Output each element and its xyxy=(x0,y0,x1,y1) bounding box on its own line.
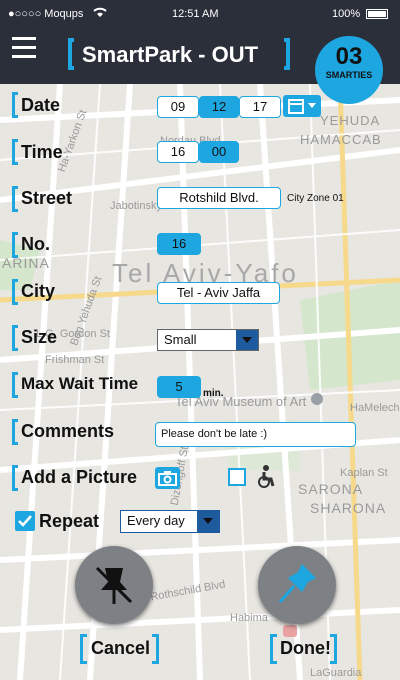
number-input[interactable]: 16 xyxy=(157,233,201,255)
map-label: HAMACCAB xyxy=(300,132,382,147)
row-bracket xyxy=(12,372,18,398)
city-label: City xyxy=(21,281,56,301)
max-wait-label: Max Wait Time xyxy=(21,374,139,393)
date-year-field[interactable]: 17 xyxy=(239,96,281,118)
smarties-badge[interactable]: 03 SMARTIES xyxy=(315,36,383,104)
done-bracket-left xyxy=(270,634,277,664)
map-label: SHARONA xyxy=(310,500,387,516)
map-label: ARINA xyxy=(2,255,50,271)
repeat-checkbox[interactable] xyxy=(15,511,35,531)
street-input[interactable]: Rotshild Blvd. xyxy=(157,187,281,209)
map-label: SARONA xyxy=(298,481,364,497)
map-label: Kaplan St xyxy=(340,467,388,479)
cancel-bracket-right xyxy=(152,634,159,664)
row-bracket xyxy=(12,92,18,118)
chevron-down-icon xyxy=(197,511,219,532)
status-bar: ●○○○○ Moqups 12:51 AM 100% xyxy=(0,0,400,28)
pushpin-icon xyxy=(278,564,316,603)
date-label: Date xyxy=(21,95,61,115)
date-day-field[interactable]: 09 xyxy=(157,96,199,118)
done-bracket-right xyxy=(330,634,337,664)
cancel-bracket-left xyxy=(80,634,87,664)
calendar-icon xyxy=(288,99,316,114)
street-label: Street xyxy=(21,188,73,208)
smarties-label: SMARTIES xyxy=(325,70,373,80)
time-hour-field[interactable]: 16 xyxy=(157,141,199,163)
map-label: YEHUDA xyxy=(320,113,381,128)
comments-input[interactable]: Please don't be late :) xyxy=(155,422,356,447)
add-picture-label: Add a Picture xyxy=(21,467,138,487)
done-pin-button[interactable] xyxy=(258,546,336,624)
camera-icon xyxy=(158,471,177,486)
wifi-icon xyxy=(92,6,108,21)
row-bracket xyxy=(12,279,18,305)
unpin-icon xyxy=(95,566,133,604)
title-bracket-right xyxy=(284,38,290,70)
battery-icon xyxy=(366,9,388,19)
title-bracket-left xyxy=(68,38,74,70)
row-bracket xyxy=(12,232,18,258)
date-month-field[interactable]: 12 xyxy=(199,96,239,118)
row-bracket xyxy=(12,325,18,351)
size-label: Size xyxy=(21,327,58,347)
size-select[interactable]: Small xyxy=(157,329,259,351)
repeat-select-value: Every day xyxy=(127,513,185,528)
smarties-count: 03 xyxy=(335,43,363,70)
max-wait-input[interactable]: 5 xyxy=(157,376,201,398)
time-label: Time xyxy=(21,142,63,162)
map-label: Frishman St xyxy=(45,354,105,366)
max-wait-unit: min. xyxy=(203,388,224,399)
clock: 12:51 AM xyxy=(172,8,219,20)
row-bracket xyxy=(12,139,18,165)
calendar-button[interactable] xyxy=(283,95,321,117)
map-label: HaMelech xyxy=(350,402,400,414)
done-button[interactable]: Done! xyxy=(280,638,331,659)
checkmark-icon xyxy=(18,515,32,527)
accessible-checkbox[interactable] xyxy=(228,468,246,486)
chevron-down-icon xyxy=(236,330,258,350)
number-label: No. xyxy=(21,234,50,254)
map-label: LaGuardia xyxy=(310,667,362,679)
cancel-pin-button[interactable] xyxy=(75,546,153,624)
header-bar: SmartPark - OUT 03 SMARTIES xyxy=(0,28,400,104)
title-block: SmartPark - OUT xyxy=(68,38,290,74)
row-bracket xyxy=(12,465,18,491)
comments-label: Comments xyxy=(21,421,115,441)
time-minute-field[interactable]: 00 xyxy=(199,141,239,163)
row-bracket xyxy=(12,419,18,445)
city-input[interactable]: Tel - Aviv Jaffa xyxy=(157,282,280,304)
city-zone-text: City Zone 01 xyxy=(287,193,344,204)
repeat-select[interactable]: Every day xyxy=(120,510,220,533)
wheelchair-icon xyxy=(255,464,277,490)
battery-percent: 100% xyxy=(332,8,361,20)
row-bracket xyxy=(12,186,18,212)
page-title: SmartPark - OUT xyxy=(82,42,259,67)
repeat-label: Repeat xyxy=(39,511,100,531)
camera-button[interactable] xyxy=(155,467,180,489)
menu-icon[interactable] xyxy=(12,37,36,59)
map-poi-icon xyxy=(311,393,323,405)
size-select-value: Small xyxy=(164,332,197,347)
cancel-button[interactable]: Cancel xyxy=(91,638,150,659)
carrier-text: ●○○○○ Moqups xyxy=(8,8,84,20)
map-poi-icon xyxy=(283,625,297,637)
